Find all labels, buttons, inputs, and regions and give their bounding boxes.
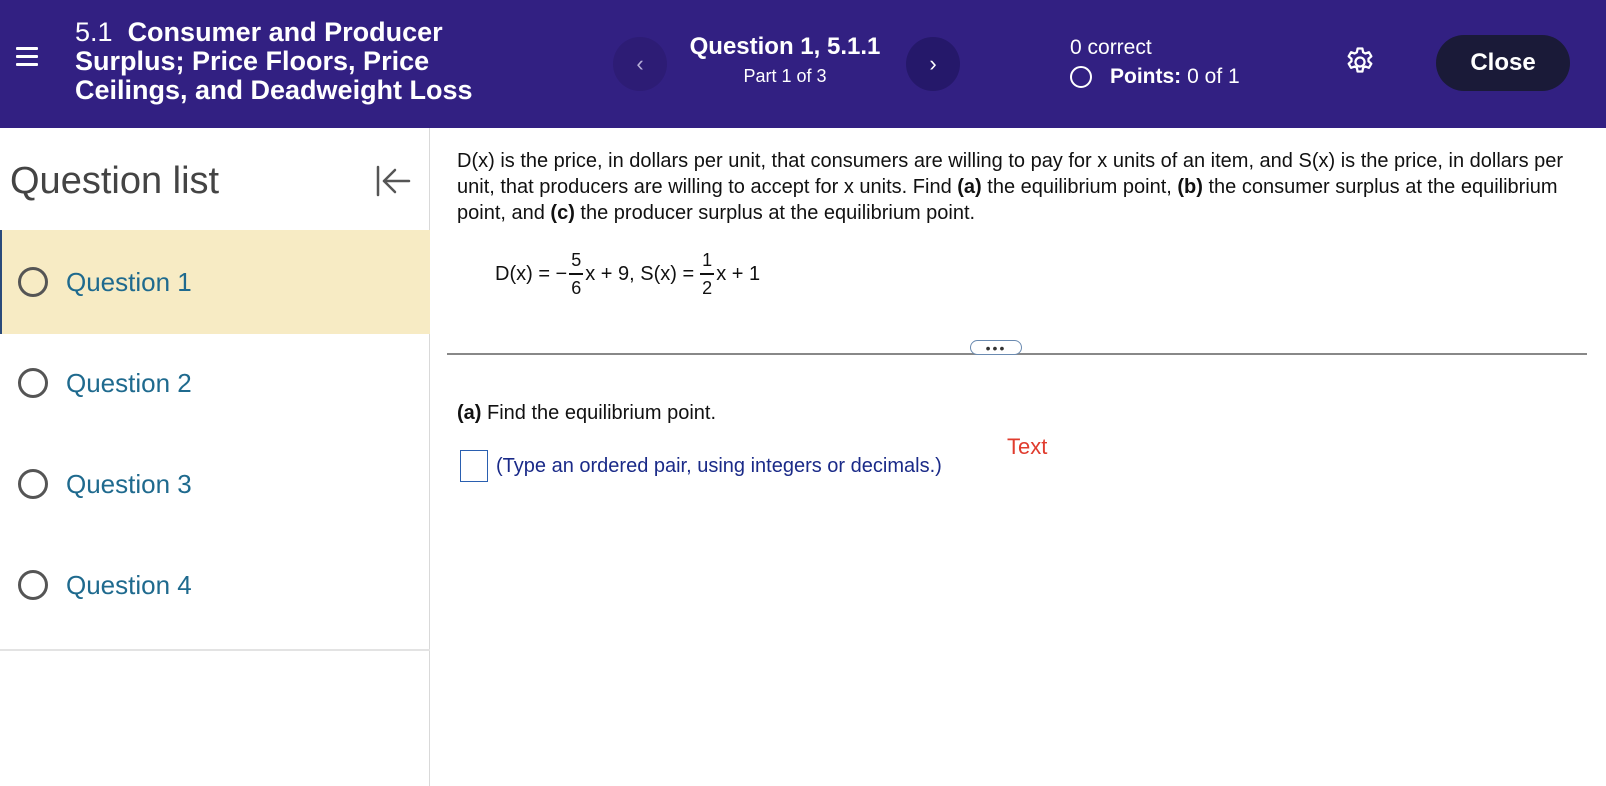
question-list-item-2[interactable]: Question 2	[0, 331, 430, 435]
top-bar: 5.1 Consumer and Producer Surplus; Price…	[0, 0, 1606, 128]
floating-text-label: Text	[1007, 434, 1048, 459]
answer-hint: (Type an ordered pair, using integers or…	[496, 454, 942, 477]
fraction: 5 6	[569, 250, 584, 298]
points-display: Points: 0 of 1	[1070, 63, 1240, 91]
question-link: Question 3	[66, 468, 192, 499]
eq-text: D(x) = −	[495, 262, 568, 285]
question-content: D(x) is the price, in dollars per unit, …	[432, 128, 1606, 786]
sidebar-title: Question list	[10, 160, 220, 202]
gear-icon[interactable]	[1343, 45, 1377, 79]
function-equations: D(x) = − 5 6 x + 9, S(x) = 1 2 x + 1	[495, 244, 760, 304]
chevron-left-icon: ‹	[636, 51, 644, 76]
numerator: 5	[571, 250, 582, 271]
question-part: Part 1 of 3	[743, 66, 827, 86]
prompt-bold: (c)	[550, 202, 575, 224]
hamburger-menu-icon[interactable]	[16, 47, 40, 71]
eq-text: x + 9, S(x) =	[585, 262, 695, 285]
part-a-label: (a)	[457, 402, 482, 424]
status-circle-icon	[18, 469, 48, 499]
status-circle-icon	[18, 570, 48, 600]
question-list-item-3[interactable]: Question 3	[0, 432, 430, 536]
prompt-text: the producer surplus at the equilibrium …	[574, 202, 976, 224]
prompt-text: the equilibrium point,	[981, 176, 1178, 198]
status-circle-icon	[18, 368, 48, 398]
points-value: 0 of 1	[1187, 65, 1240, 88]
points-circle-icon	[1070, 66, 1092, 88]
prompt-bold: (b)	[1177, 176, 1203, 198]
previous-question-button[interactable]: ‹	[613, 37, 667, 91]
collapse-left-icon[interactable]	[373, 161, 413, 201]
section-number: 5.1	[75, 17, 113, 47]
correct-count: 0 correct	[1070, 36, 1152, 59]
question-link: Question 1	[66, 266, 192, 297]
chevron-right-icon: ›	[929, 51, 937, 76]
score-panel: 0 correct Points: 0 of 1	[1070, 35, 1240, 91]
answer-row: (Type an ordered pair, using integers or…	[460, 450, 942, 482]
eq-text: x + 1	[716, 262, 761, 285]
expand-more-button[interactable]: •••	[970, 340, 1022, 355]
fraction: 1 2	[700, 250, 715, 298]
next-question-button[interactable]: ›	[906, 37, 960, 91]
assignment-title: 5.1 Consumer and Producer Surplus; Price…	[75, 18, 535, 105]
question-link: Question 2	[66, 367, 192, 398]
question-prompt: D(x) is the price, in dollars per unit, …	[457, 148, 1597, 226]
question-list-sidebar: Question list Question 1 Question 2 Ques…	[0, 128, 430, 786]
part-a-text: Find the equilibrium point.	[481, 402, 717, 424]
prompt-bold: (a)	[957, 176, 982, 198]
divider	[0, 649, 430, 651]
part-a-prompt: (a) Find the equilibrium point.	[457, 402, 716, 425]
numerator: 1	[702, 250, 713, 271]
answer-input[interactable]	[460, 450, 488, 482]
question-list-item-1[interactable]: Question 1	[0, 230, 430, 334]
question-link: Question 4	[66, 569, 192, 600]
question-indicator: Question 1, 5.1.1 Part 1 of 3	[660, 33, 910, 88]
points-label: Points:	[1110, 65, 1182, 88]
denominator: 6	[571, 277, 582, 298]
close-button[interactable]: Close	[1436, 35, 1570, 91]
denominator: 2	[702, 277, 713, 298]
section-title: Consumer and Producer Surplus; Price Flo…	[75, 17, 473, 105]
status-circle-icon	[18, 267, 48, 297]
question-title: Question 1, 5.1.1	[689, 33, 881, 60]
question-list-item-4[interactable]: Question 4	[0, 533, 430, 637]
